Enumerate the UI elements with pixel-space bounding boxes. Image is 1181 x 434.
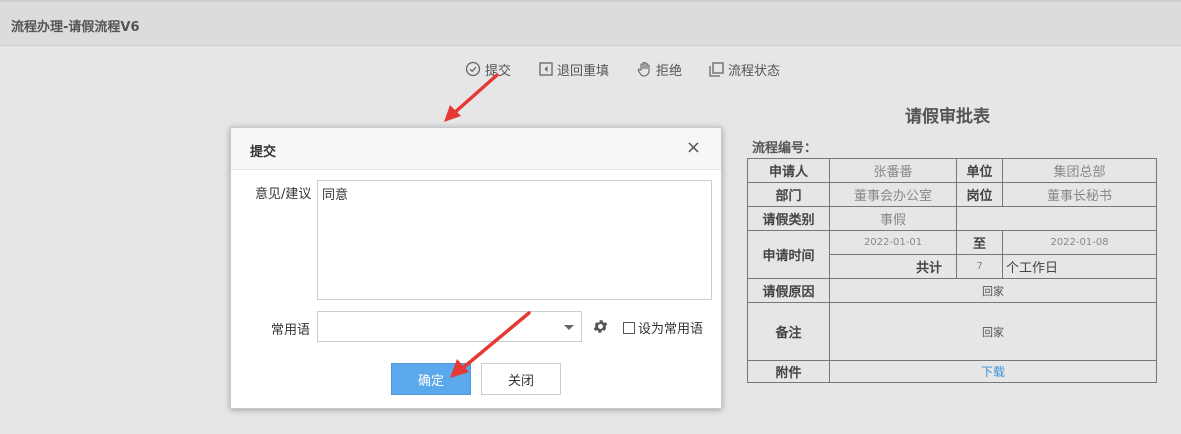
table-row: 请假原因 回家 bbox=[747, 278, 1157, 303]
page-title: 流程办理-请假流程V6 bbox=[11, 20, 140, 35]
common-phrase-select[interactable] bbox=[317, 311, 582, 342]
copy-icon bbox=[709, 61, 724, 77]
leave-type-label: 请假类别 bbox=[747, 206, 830, 231]
form-title: 请假审批表 bbox=[905, 107, 990, 127]
applicant-label: 申请人 bbox=[747, 158, 830, 183]
back-square-icon bbox=[539, 62, 553, 76]
gear-icon[interactable] bbox=[592, 318, 609, 339]
submit-button[interactable]: 提交 bbox=[465, 58, 511, 80]
set-common-label: 设为常用语 bbox=[638, 322, 704, 337]
common-phrase-label: 常用语 bbox=[271, 323, 311, 338]
days-value: 7 bbox=[956, 254, 1003, 279]
reason-value: 回家 bbox=[829, 278, 1157, 303]
table-row: 部门 董事会办公室 岗位 董事长秘书 bbox=[747, 182, 1157, 207]
set-common-checkbox[interactable] bbox=[623, 321, 635, 334]
days-unit-label: 个工作日 bbox=[1002, 254, 1157, 279]
dialog-header: 提交 × bbox=[231, 128, 721, 170]
table-row: 附件 下载 bbox=[747, 360, 1157, 383]
leave-approval-table: 申请人 张番番 单位 集团总部 部门 董事会办公室 岗位 董事长秘书 请假类别 … bbox=[747, 158, 1157, 383]
table-row: 申请人 张番番 单位 集团总部 bbox=[747, 158, 1157, 183]
confirm-button[interactable]: 确定 bbox=[391, 363, 471, 395]
set-common-option[interactable]: 设为常用语 bbox=[623, 318, 703, 337]
download-link[interactable]: 下载 bbox=[981, 365, 1005, 379]
post-label: 岗位 bbox=[956, 182, 1003, 207]
close-button[interactable]: 关闭 bbox=[481, 363, 561, 395]
dialog-title: 提交 bbox=[250, 145, 277, 160]
dept-value: 董事会办公室 bbox=[829, 182, 957, 207]
table-row: 备注 回家 bbox=[747, 302, 1157, 361]
hand-stop-icon bbox=[637, 61, 652, 77]
flow-status-button[interactable]: 流程状态 bbox=[709, 58, 780, 80]
check-circle-icon bbox=[465, 61, 481, 77]
remark-label: 备注 bbox=[747, 302, 830, 361]
start-date-value: 2022-01-01 bbox=[829, 230, 957, 255]
return-refill-label: 退回重填 bbox=[557, 63, 610, 79]
empty-cell bbox=[956, 206, 1157, 231]
remark-value: 回家 bbox=[829, 302, 1157, 361]
dept-label: 部门 bbox=[747, 182, 830, 207]
return-refill-button[interactable]: 退回重填 bbox=[539, 58, 609, 80]
title-bar: 流程办理-请假流程V6 bbox=[0, 0, 1181, 46]
annotation-arrow-icon bbox=[444, 73, 499, 122]
table-row: 请假类别 事假 bbox=[747, 206, 1157, 231]
submit-dialog: 提交 × 意见/建议 同意 常用语 设为常用语 确定 关闭 bbox=[230, 127, 722, 409]
apply-time-label: 申请时间 bbox=[747, 230, 830, 279]
post-value: 董事长秘书 bbox=[1002, 182, 1157, 207]
attachment-label: 附件 bbox=[747, 360, 830, 383]
flow-status-label: 流程状态 bbox=[728, 63, 781, 79]
total-label: 共计 bbox=[829, 254, 957, 279]
submit-label: 提交 bbox=[485, 63, 512, 79]
unit-value: 集团总部 bbox=[1002, 158, 1157, 183]
action-toolbar: 提交 退回重填 拒绝 流程状态 bbox=[0, 58, 1181, 80]
reject-button[interactable]: 拒绝 bbox=[637, 58, 682, 80]
chevron-down-icon bbox=[564, 325, 574, 330]
leave-type-value: 事假 bbox=[829, 206, 957, 231]
opinion-textarea[interactable]: 同意 bbox=[317, 180, 712, 300]
table-row: 申请时间 2022-01-01 至 2022-01-08 bbox=[747, 230, 1157, 279]
opinion-label: 意见/建议 bbox=[255, 187, 312, 202]
applicant-value: 张番番 bbox=[829, 158, 957, 183]
reject-label: 拒绝 bbox=[656, 63, 683, 79]
close-icon[interactable]: × bbox=[686, 138, 701, 158]
unit-label: 单位 bbox=[956, 158, 1003, 183]
end-date-value: 2022-01-08 bbox=[1002, 230, 1157, 255]
flow-number-label: 流程编号： bbox=[752, 141, 818, 156]
reason-label: 请假原因 bbox=[747, 278, 830, 303]
attachment-cell: 下载 bbox=[829, 360, 1157, 383]
to-label: 至 bbox=[956, 230, 1003, 255]
